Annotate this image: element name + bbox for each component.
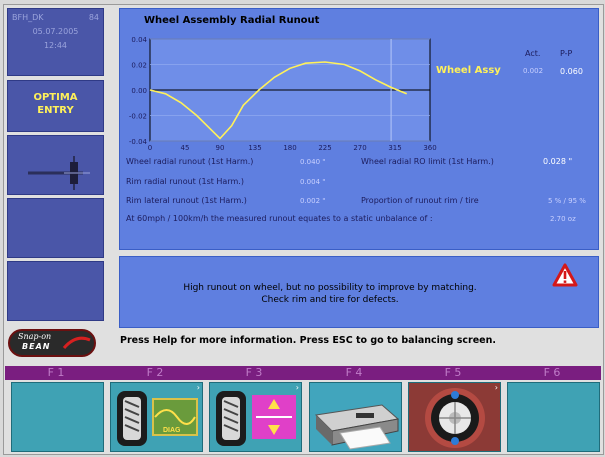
logo-text-2: BEAN xyxy=(22,342,51,351)
logo-text-1: Snap-on xyxy=(18,332,52,341)
y-tick-label: 0.02 xyxy=(131,62,147,70)
fkey-label-2: F 2 xyxy=(146,366,164,379)
fkey-label-4: F 4 xyxy=(345,366,363,379)
date-display: 05.07.2005 xyxy=(32,27,79,36)
side-panel-empty-2 xyxy=(7,261,104,321)
message-panel: High runout on wheel, but no possibility… xyxy=(119,256,599,328)
wheel-radial-label: Wheel radial runout (1st Harm.) xyxy=(126,157,254,166)
f2-button[interactable]: › DIAG xyxy=(110,382,203,452)
x-tick-label: 270 xyxy=(353,144,366,152)
logo-swoosh-icon xyxy=(62,336,91,350)
mode-line1: OPTIMA xyxy=(33,92,78,103)
panel-title: Wheel Assembly Radial Runout xyxy=(144,15,320,26)
x-tick-label: 180 xyxy=(283,144,296,152)
x-tick-label: 315 xyxy=(388,144,401,152)
y-tick-label: 0.00 xyxy=(131,87,147,95)
tire-diag-icon: DIAG xyxy=(117,391,198,446)
wheel-limit-value: 0.028 " xyxy=(543,157,573,166)
x-tick-label: 135 xyxy=(248,144,261,152)
y-tick-label: -0.02 xyxy=(129,113,147,121)
time-display: 12:44 xyxy=(43,41,68,50)
warning-icon xyxy=(552,263,578,287)
rim-lateral-value: 0.002 " xyxy=(300,197,326,205)
side-panel-empty-1 xyxy=(7,198,104,258)
legend-pp-value: 0.060 xyxy=(560,67,583,76)
unbalance-value: 2.70 oz xyxy=(550,215,576,223)
status-code: 84 xyxy=(88,13,99,22)
proportion-value: 5 % / 95 % xyxy=(548,197,586,205)
legend-act-header: Act. xyxy=(525,49,541,58)
x-tick-label: 0 xyxy=(148,144,152,152)
x-tick-label: 90 xyxy=(216,144,225,152)
submenu-arrow-icon: › xyxy=(196,383,200,392)
submenu-arrow-icon: › xyxy=(295,383,299,392)
f5-button[interactable]: › xyxy=(408,382,501,452)
axle-panel xyxy=(7,135,104,195)
message-line-1: High runout on wheel, but no possibility… xyxy=(183,283,477,293)
fkey-label-5: F 5 xyxy=(444,366,462,379)
svg-text:DIAG: DIAG xyxy=(163,427,181,434)
proportion-label: Proportion of runout rim / tire xyxy=(361,196,479,205)
printer-icon xyxy=(314,404,400,450)
submenu-arrow-icon: › xyxy=(494,383,498,392)
f6-button[interactable] xyxy=(507,382,600,452)
f1-button[interactable] xyxy=(11,382,104,452)
axle-icon xyxy=(28,156,90,190)
unbalance-label: At 60mph / 100km/h the measured runout e… xyxy=(126,214,433,223)
fkey-label-6: F 6 xyxy=(543,366,561,379)
mode-panel: OPTIMA ENTRY xyxy=(7,80,104,132)
wheel-rotation-icon xyxy=(425,388,485,448)
legend-pp-header: P-P xyxy=(560,49,573,58)
x-tick-label: 45 xyxy=(181,144,190,152)
f4-print-button[interactable] xyxy=(309,382,402,452)
wheel-limit-label: Wheel radial RO limit (1st Harm.) xyxy=(361,157,494,166)
wheel-radial-value: 0.040 " xyxy=(300,158,326,166)
fkey-label-3: F 3 xyxy=(245,366,263,379)
fkey-label-1: F 1 xyxy=(47,366,65,379)
rim-radial-value: 0.004 " xyxy=(300,178,326,186)
rim-radial-label: Rim radial runout (1st Harm.) xyxy=(126,177,244,186)
message-line-2: Check rim and tire for defects. xyxy=(261,295,399,305)
legend-act-value: 0.002 xyxy=(523,67,544,75)
x-tick-label: 225 xyxy=(318,144,331,152)
y-tick-label: -0.04 xyxy=(129,138,148,146)
runout-panel: Wheel Assembly Radial Runout 0.04 0.02 0.0… xyxy=(119,8,599,250)
y-tick-label: 0.04 xyxy=(131,36,147,44)
x-tick-label: 360 xyxy=(423,144,436,152)
tire-matching-icon xyxy=(216,391,296,446)
f3-button[interactable]: › xyxy=(209,382,302,452)
mode-label: OPTIMA ENTRY xyxy=(8,81,103,117)
status-panel: BFH_DK 84 05.07.2005 12:44 xyxy=(7,8,104,76)
mode-line2: ENTRY xyxy=(37,105,74,116)
function-key-bar: F 1 F 2 F 3 F 4 F 5 F 6 xyxy=(5,366,601,380)
rim-lateral-label: Rim lateral runout (1st Harm.) xyxy=(126,196,247,205)
brand-logo: Snap-on BEAN xyxy=(8,329,96,357)
help-text: Press Help for more information. Press E… xyxy=(120,335,496,346)
legend-series-label: Wheel Assy xyxy=(436,65,501,76)
